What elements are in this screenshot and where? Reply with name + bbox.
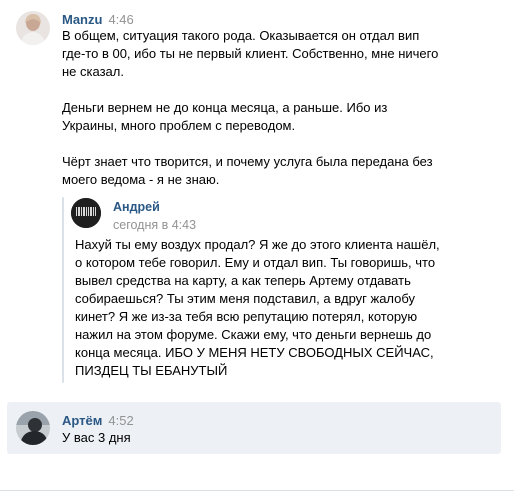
message-author[interactable]: Артём <box>62 413 102 428</box>
message-time[interactable]: 4:46 <box>108 12 133 27</box>
forward-avatar[interactable] <box>71 198 101 228</box>
forward-quote-bar <box>62 197 64 383</box>
message-text: В общем, ситуация такого рода. Оказывает… <box>62 28 439 187</box>
message-item: Артём 4:52 У вас 3 дня <box>0 402 514 454</box>
message-author[interactable]: Manzu <box>62 12 102 27</box>
forward-author[interactable]: Андрей <box>113 199 160 215</box>
avatar[interactable] <box>16 411 50 445</box>
divider <box>0 490 514 491</box>
chat-history: Manzu 4:46 В общем, ситуация такого рода.… <box>0 0 514 501</box>
forward-text: Нахуй ты ему воздух продал? Я же до этог… <box>75 237 440 378</box>
avatar[interactable] <box>16 11 50 45</box>
message-time[interactable]: 4:52 <box>108 413 133 428</box>
forward-time[interactable]: сегодня в 4:43 <box>113 217 196 233</box>
message-text: У вас 3 дня <box>62 430 131 445</box>
message-item: Manzu 4:46 В общем, ситуация такого рода.… <box>0 0 514 390</box>
